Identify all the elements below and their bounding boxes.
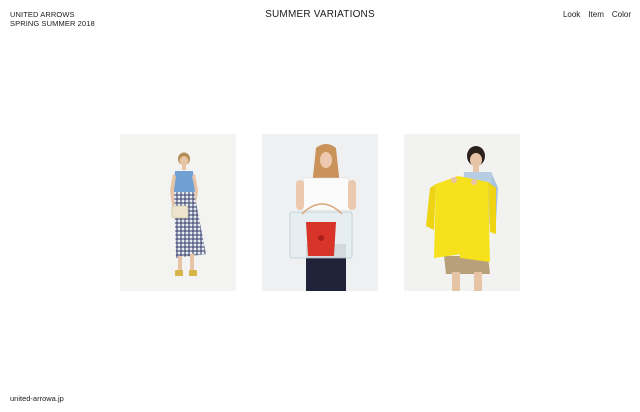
nav-item-item[interactable]: Item xyxy=(588,10,604,19)
brand-season: SPRING SUMMER 2018 xyxy=(10,19,95,28)
page: UNITED ARROWS SPRING SUMMER 2018 SUMMER … xyxy=(0,0,640,412)
look-gallery xyxy=(120,134,520,291)
look-card-3[interactable] xyxy=(404,134,520,291)
look-card-1[interactable] xyxy=(120,134,236,291)
page-title: SUMMER VARIATIONS xyxy=(265,9,375,20)
look-photo-1 xyxy=(120,134,236,291)
footer-site-link[interactable]: united-arrowa.jp xyxy=(10,394,64,403)
nav-item-look[interactable]: Look xyxy=(563,10,580,19)
look-photo-2 xyxy=(262,134,378,291)
nav-item-color[interactable]: Color xyxy=(612,10,631,19)
look-photo-3 xyxy=(404,134,520,291)
top-nav: Look Item Color xyxy=(563,10,631,19)
look-card-2[interactable] xyxy=(262,134,378,291)
